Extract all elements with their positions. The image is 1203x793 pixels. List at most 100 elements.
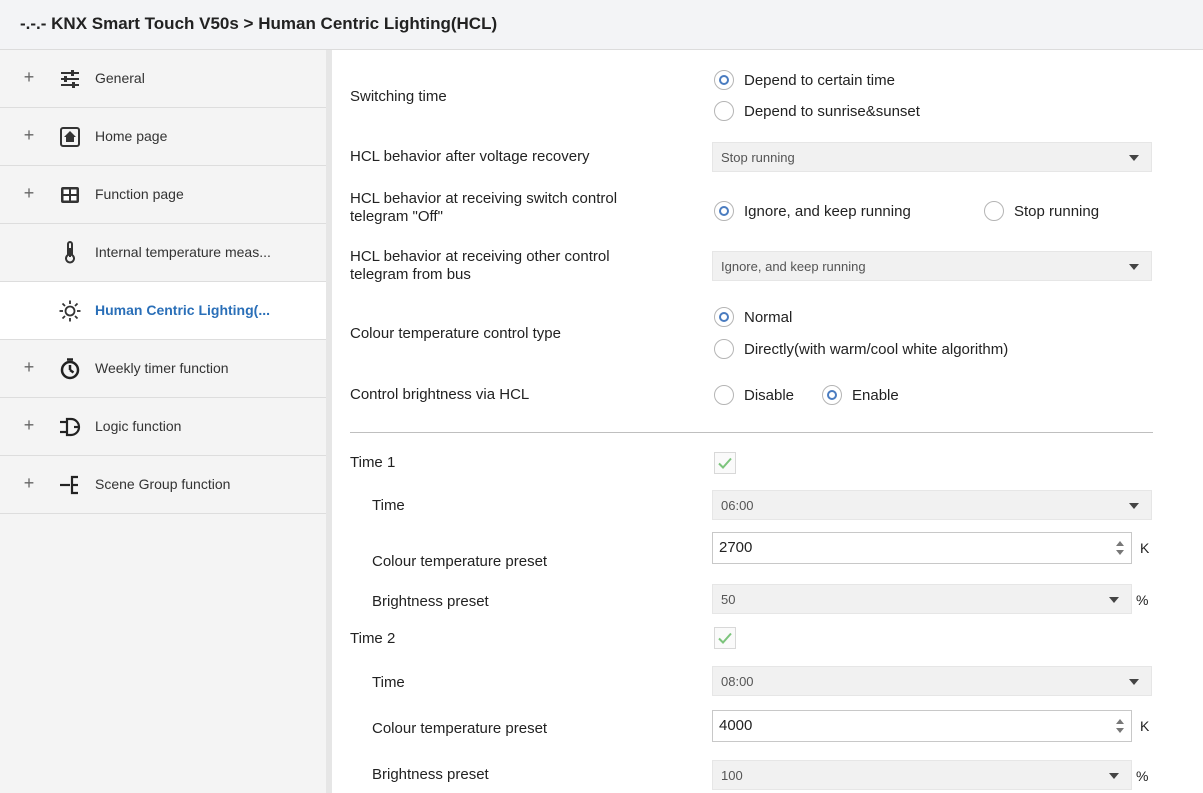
radio-ignore-keep-running[interactable]: Ignore, and keep running bbox=[714, 200, 911, 222]
radio-label: Directly(with warm/cool white algorithm) bbox=[744, 340, 1009, 358]
time-1-colour-input[interactable] bbox=[719, 539, 1079, 556]
time-1-checkbox[interactable] bbox=[714, 452, 736, 474]
chevron-down-icon bbox=[1109, 597, 1119, 603]
expand-icon[interactable]: + bbox=[22, 183, 36, 204]
radio-circle[interactable] bbox=[984, 201, 1004, 221]
select-value: 08:00 bbox=[721, 674, 754, 689]
colour-control-type-label: Colour temperature control type bbox=[350, 325, 561, 342]
time-1-brightness-select[interactable]: 50 bbox=[712, 584, 1132, 614]
time-1-brightness-label: Brightness preset bbox=[372, 593, 489, 610]
expand-icon[interactable]: + bbox=[22, 357, 36, 378]
sidebar-item-label: Weekly timer function bbox=[95, 360, 229, 376]
sidebar-item-label: Human Centric Lighting(... bbox=[95, 302, 270, 318]
radio-stop-running[interactable]: Stop running bbox=[984, 200, 1099, 222]
expand-icon[interactable]: + bbox=[22, 125, 36, 146]
section-divider bbox=[350, 432, 1153, 433]
radio-label: Ignore, and keep running bbox=[744, 202, 911, 220]
select-value: 100 bbox=[721, 768, 743, 783]
time-2-time-select[interactable]: 08:00 bbox=[712, 666, 1152, 696]
sidebar-item-label: General bbox=[95, 70, 145, 86]
select-value: 50 bbox=[721, 592, 736, 607]
time-1-label: Time 1 bbox=[350, 454, 396, 471]
sidebar-item-internal-temperature[interactable]: Internal temperature meas... bbox=[0, 224, 326, 282]
window-title: -.-.- KNX Smart Touch V50s > Human Centr… bbox=[20, 14, 498, 33]
sidebar-item-scene-group[interactable]: + Scene Group function bbox=[0, 456, 326, 514]
time-1-brightness-unit: % bbox=[1136, 592, 1149, 608]
expand-icon[interactable]: + bbox=[22, 473, 36, 494]
sidebar-item-human-centric-lighting[interactable]: Human Centric Lighting(... bbox=[0, 282, 326, 340]
checkmark-icon bbox=[718, 457, 732, 469]
radio-circle[interactable] bbox=[714, 339, 734, 359]
hcl-switch-off-label-line2: telegram "Off" bbox=[350, 208, 443, 225]
expand-icon[interactable]: + bbox=[22, 415, 36, 436]
time-2-colour-unit: K bbox=[1140, 718, 1150, 734]
time-2-brightness-label: Brightness preset bbox=[372, 766, 489, 783]
radio-label: Depend to sunrise&sunset bbox=[744, 102, 920, 120]
radio-label: Stop running bbox=[1014, 202, 1100, 220]
brightness-via-hcl-label: Control brightness via HCL bbox=[350, 386, 530, 403]
radio-label: Depend to certain time bbox=[744, 71, 895, 89]
time-2-brightness-unit: % bbox=[1136, 768, 1149, 784]
sidebar-item-label: Home page bbox=[95, 128, 168, 144]
sidebar: + General + Home page + Function page In… bbox=[0, 50, 332, 793]
home-icon bbox=[58, 125, 82, 149]
radio-circle[interactable] bbox=[714, 70, 734, 90]
radio-circle[interactable] bbox=[822, 385, 842, 405]
radio-enable[interactable]: Enable bbox=[822, 384, 899, 406]
spinner-arrows-icon[interactable] bbox=[1115, 538, 1125, 558]
radio-circle[interactable] bbox=[714, 307, 734, 327]
time-1-colour-label: Colour temperature preset bbox=[372, 553, 548, 570]
sidebar-item-home-page[interactable]: + Home page bbox=[0, 108, 326, 166]
radio-circle[interactable] bbox=[714, 201, 734, 221]
scene-tree-icon bbox=[58, 473, 82, 497]
hcl-voltage-recovery-label: HCL behavior after voltage recovery bbox=[350, 148, 590, 165]
time-2-colour-input[interactable] bbox=[719, 717, 1079, 734]
select-value: Ignore, and keep running bbox=[721, 259, 866, 274]
radio-depend-certain-time[interactable]: Depend to certain time bbox=[714, 69, 895, 91]
time-1-time-label: Time bbox=[372, 497, 405, 514]
sidebar-item-function-page[interactable]: + Function page bbox=[0, 166, 326, 224]
radio-normal[interactable]: Normal bbox=[714, 306, 792, 328]
hcl-voltage-recovery-select[interactable]: Stop running bbox=[712, 142, 1152, 172]
title-bar: -.-.- KNX Smart Touch V50s > Human Centr… bbox=[0, 0, 1203, 50]
chevron-down-icon bbox=[1109, 773, 1119, 779]
sidebar-item-label: Scene Group function bbox=[95, 476, 231, 492]
chevron-down-icon bbox=[1129, 679, 1139, 685]
hcl-switch-off-label-line1: HCL behavior at receiving switch control bbox=[350, 190, 618, 207]
radio-label: Enable bbox=[852, 386, 899, 404]
sidebar-item-general[interactable]: + General bbox=[0, 50, 326, 108]
time-2-checkbox[interactable] bbox=[714, 627, 736, 649]
switching-time-label: Switching time bbox=[350, 88, 447, 105]
sidebar-item-label: Logic function bbox=[95, 418, 182, 434]
time-1-time-select[interactable]: 06:00 bbox=[712, 490, 1152, 520]
radio-disable[interactable]: Disable bbox=[714, 384, 794, 406]
radio-label: Normal bbox=[744, 308, 793, 326]
select-value: Stop running bbox=[721, 150, 795, 165]
expand-icon[interactable]: + bbox=[22, 67, 36, 88]
radio-directly[interactable]: Directly(with warm/cool white algorithm) bbox=[714, 338, 1008, 360]
time-2-colour-label: Colour temperature preset bbox=[372, 720, 548, 737]
time-2-label: Time 2 bbox=[350, 630, 396, 647]
radio-circle[interactable] bbox=[714, 101, 734, 121]
sun-icon bbox=[58, 299, 82, 323]
chevron-down-icon bbox=[1129, 155, 1139, 161]
time-1-colour-unit: K bbox=[1140, 540, 1150, 556]
spinner-arrows-icon[interactable] bbox=[1115, 716, 1125, 736]
radio-depend-sunrise-sunset[interactable]: Depend to sunrise&sunset bbox=[714, 100, 920, 122]
sliders-icon bbox=[58, 67, 82, 91]
sidebar-item-label: Function page bbox=[95, 186, 184, 202]
hcl-other-control-select[interactable]: Ignore, and keep running bbox=[712, 251, 1152, 281]
time-1-colour-spinbox[interactable] bbox=[712, 532, 1132, 564]
hcl-other-control-label-line2: telegram from bus bbox=[350, 266, 471, 283]
timer-icon bbox=[58, 357, 82, 381]
time-2-colour-spinbox[interactable] bbox=[712, 710, 1132, 742]
parameter-panel: Switching time Depend to certain time De… bbox=[338, 50, 1203, 793]
sidebar-item-weekly-timer[interactable]: + Weekly timer function bbox=[0, 340, 326, 398]
chevron-down-icon bbox=[1129, 503, 1139, 509]
grid-icon bbox=[58, 183, 82, 207]
sidebar-item-logic-function[interactable]: + Logic function bbox=[0, 398, 326, 456]
checkmark-icon bbox=[718, 632, 732, 644]
radio-label: Disable bbox=[744, 386, 795, 404]
radio-circle[interactable] bbox=[714, 385, 734, 405]
time-2-brightness-select[interactable]: 100 bbox=[712, 760, 1132, 790]
